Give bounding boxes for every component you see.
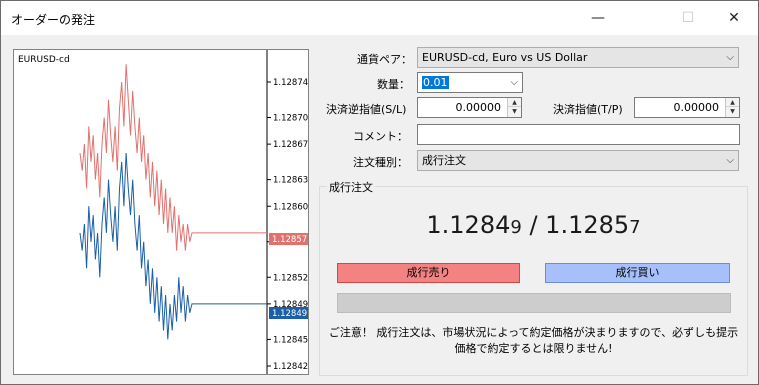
execution-progress-bar [337,293,731,313]
bid-price-label: 1.12849 [272,309,307,319]
buy-by-market-button[interactable]: 成行買い [545,263,730,283]
order-window: オーダーの発注 — ☐ ✕ EURUSD-cd 1.12874 1.12870 1.… [0,0,759,385]
price-ticks: 1.12874 1.12870 1.12867 1.12863 1.12860 1.128… [267,78,308,372]
price-tick-label: 1.12852 [273,273,308,283]
market-notice-line-1: ご注意！ 成行注文は、市場状況によって約定価格が決まりますので、必ずしも提示 [328,326,739,339]
market-group-title: 成行注文 [327,179,375,195]
dialog-body: EURUSD-cd 1.12874 1.12870 1.12867 1.12863 1.… [1,35,758,384]
chart-symbol: EURUSD-cd [18,55,70,65]
window-title: オーダーの発注 [11,13,96,27]
take-profit-input[interactable]: 0.00000 ▲ ▼ [634,97,740,118]
market-notice: ご注意！ 成行注文は、市場状況によって約定価格が決まりますので、必ずしも提示 価… [319,325,748,357]
price-tick-label: 1.12845 [273,335,308,345]
chevron-down-icon: ⌵ [726,52,734,63]
take-profit-label: 決済指値(T/P) [553,103,623,116]
maximize-button: ☐ [681,10,695,26]
price-tick-label: 1.12863 [273,176,308,186]
price-tick-label: 1.12867 [273,140,308,150]
tick-chart: EURUSD-cd 1.12874 1.12870 1.12867 1.12863 1.… [13,49,309,375]
order-type-select[interactable]: 成行注文 ⌵ [417,150,739,171]
spin-down-icon[interactable]: ▼ [726,107,739,116]
bid-price-line [79,152,267,340]
stop-loss-label: 決済逆指値(S/L) [326,103,407,116]
sell-by-market-button[interactable]: 成行売り [337,263,520,283]
close-button[interactable]: ✕ [711,1,757,35]
ask-price-main: 1.1285 [545,211,630,239]
ask-price-label: 1.12857 [272,235,307,245]
bid-price-last-digit: 9 [510,217,522,238]
stop-loss-input[interactable]: 0.00000 ▲ ▼ [417,97,522,118]
symbol-select-value: EURUSD-cd, Euro vs US Dollar [422,51,588,64]
ask-price-line [79,64,267,251]
price-tick-label: 1.12874 [273,78,308,88]
symbol-label: 通貨ペア： [357,53,412,66]
bid-price-main: 1.1284 [426,211,511,239]
order-type-label: 注文種別： [353,156,408,169]
chevron-down-icon[interactable]: ⌵ [510,73,518,92]
order-type-value: 成行注文 [422,154,466,167]
minimize-button[interactable]: — [575,1,621,35]
price-series [79,64,267,340]
spin-down-icon[interactable]: ▼ [508,107,521,116]
price-tick-label: 1.12842 [273,362,308,372]
chevron-down-icon: ⌵ [726,155,734,166]
stop-loss-value: 0.00000 [455,101,502,114]
market-notice-line-2: 価格で約定するとは限りません! [454,342,613,355]
volume-label: 数量： [377,78,410,91]
title-bar: オーダーの発注 — ☐ ✕ [1,1,758,35]
price-separator: / [521,211,546,239]
comment-input[interactable] [417,124,740,145]
comment-label: コメント： [353,130,408,143]
ask-price-last-digit: 7 [629,217,641,238]
price-tick-label: 1.12870 [273,114,308,124]
take-profit-spinner[interactable]: ▲ ▼ [725,98,739,117]
symbol-select[interactable]: EURUSD-cd, Euro vs US Dollar ⌵ [417,47,739,68]
volume-value: 0.01 [422,76,449,89]
price-tick-label: 1.12860 [273,202,308,212]
stop-loss-spinner[interactable]: ▲ ▼ [507,98,521,117]
spin-up-icon[interactable]: ▲ [508,98,521,107]
take-profit-value: 0.00000 [673,101,720,114]
price-quote: 1.12849 / 1.12857 [319,211,748,239]
tick-chart-svg: EURUSD-cd 1.128741.128701.128671.128631.… [18,50,308,374]
spin-up-icon[interactable]: ▲ [726,98,739,107]
volume-combo[interactable]: 0.01 ⌵ [417,72,523,93]
